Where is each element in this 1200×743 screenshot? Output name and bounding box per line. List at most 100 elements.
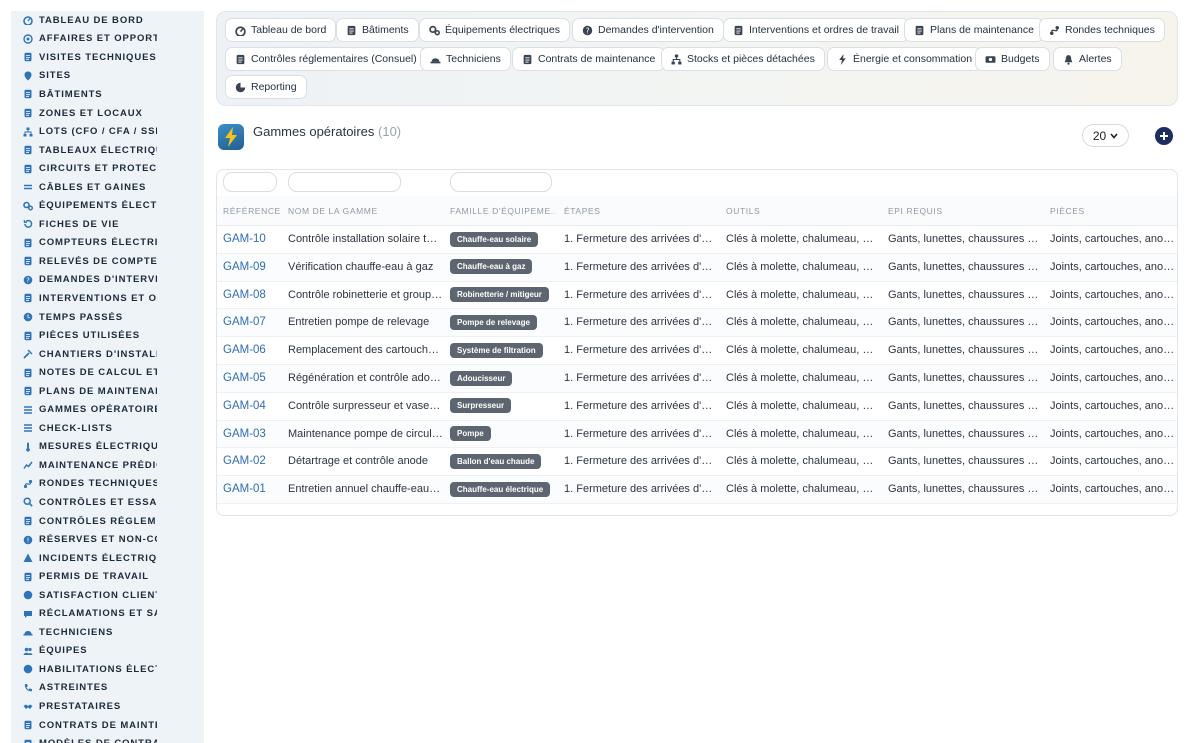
sidebar-item-lots-cfo-cfa-ssi[interactable]: LOTS (CFO / CFA / SSI...) <box>11 122 204 141</box>
cell-steps: 1. Fermeture des arrivées d'eau <box>564 483 714 496</box>
quick-link-techniciens[interactable]: Techniciens <box>420 47 511 71</box>
sidebar-item-tableaux-lectriques[interactable]: TABLEAUX ÉLECTRIQUES <box>11 141 204 160</box>
sidebar-item-permis-de-travail[interactable]: PERMIS DE TRAVAIL <box>11 567 204 586</box>
column-name-header[interactable]: NOM DE LA GAMME <box>288 196 443 226</box>
sidebar-item-fiches-de-vie[interactable]: FICHES DE VIE <box>11 215 204 234</box>
filter-family-input[interactable] <box>450 172 552 192</box>
table-row[interactable]: GAM-01 Entretien annuel chauffe-eau élect… <box>217 476 1177 504</box>
sidebar-item-visites-techniques-et-audits[interactable]: VISITES TECHNIQUES ET AUDITS <box>11 48 204 67</box>
calculator-icon <box>23 368 33 378</box>
sidebar-item-r-serves-et-non-conformit-s[interactable]: ! RÉSERVES ET NON-CONFORMITÉS <box>11 530 204 549</box>
table-row[interactable]: GAM-03 Maintenance pompe de circulation Po… <box>217 420 1177 449</box>
reference-link[interactable]: GAM-04 <box>223 393 283 421</box>
table-row[interactable]: GAM-10 Contrôle installation solaire ther… <box>217 226 1177 254</box>
filter-reference-input[interactable] <box>223 172 277 192</box>
sidebar-item-astreintes[interactable]: ASTREINTES <box>11 679 204 698</box>
reference-link[interactable]: GAM-03 <box>223 421 283 449</box>
sidebar-item-c-bles-et-gaines[interactable]: CÂBLES ET GAINES <box>11 178 204 197</box>
sidebar-item-plans-de-maintenance[interactable]: PLANS DE MAINTENANCE <box>11 382 204 401</box>
sidebar-item-satisfaction-client[interactable]: SATISFACTION CLIENT <box>11 586 204 605</box>
table-row[interactable]: GAM-09 Vérification chauffe-eau à gaz Chau… <box>217 253 1177 282</box>
sidebar-item-pi-ces-utilis-es[interactable]: PIÈCES UTILISÉES <box>11 326 204 345</box>
sidebar-item-circuits-et-protections[interactable]: CIRCUITS ET PROTECTIONS <box>11 159 204 178</box>
sidebar-item-contr-les-et-essais[interactable]: CONTRÔLES ET ESSAIS <box>11 493 204 512</box>
reference-link[interactable]: GAM-01 <box>223 476 283 504</box>
quick-link-budgets[interactable]: Budgets <box>975 47 1050 71</box>
sidebar-item-interventions-et-ordres-de-travail[interactable]: INTERVENTIONS ET ORDRES DE TRAVAIL <box>11 289 204 308</box>
sidebar-item-quipes[interactable]: ÉQUIPES <box>11 642 204 661</box>
sidebar-item-gammes-op-ratoires[interactable]: GAMMES OPÉRATOIRES <box>11 400 204 419</box>
add-button[interactable] <box>1155 127 1173 145</box>
clipboard-list-icon <box>235 54 246 65</box>
quick-link-batiments[interactable]: Bâtiments <box>336 18 419 42</box>
reference-link[interactable]: GAM-09 <box>223 254 283 282</box>
quick-link-plans-de-maintenance[interactable]: Plans de maintenance <box>904 18 1044 42</box>
quick-link-controles-reglementaires-consuel[interactable]: Contrôles réglementaires (Consuel) <box>225 47 427 71</box>
reference-link[interactable]: GAM-10 <box>223 226 283 254</box>
quick-link-reporting[interactable]: Reporting <box>225 75 307 99</box>
table-row[interactable]: GAM-05 Régénération et contrôle adoucisse… <box>217 364 1177 393</box>
family-badge: Chauffe-eau solaire <box>450 231 539 247</box>
sidebar-item-chantiers-d-installation[interactable]: CHANTIERS D'INSTALLATION <box>11 345 204 364</box>
column-reference-header[interactable]: RÉFÉRENCE <box>223 196 283 226</box>
family-badge: Robinetterie / mitigeur <box>450 287 549 303</box>
filter-name-input[interactable] <box>288 172 401 192</box>
quick-link-equipements-electriques[interactable]: Équipements électriques <box>419 18 570 42</box>
column-family-header[interactable]: FAMILLE D'ÉQUIPEME... <box>450 196 555 226</box>
sidebar-item-label: GAMMES OPÉRATOIRES <box>39 404 157 416</box>
sidebar-item-notes-de-calcul-et-tudes[interactable]: NOTES DE CALCUL ET ÉTUDES <box>11 363 204 382</box>
quick-link-demandes-d-intervention[interactable]: ? Demandes d'intervention <box>572 18 724 42</box>
quick-link-alertes[interactable]: Alertes <box>1053 47 1122 71</box>
table-row[interactable]: GAM-07 Entretien pompe de relevage Pompe d… <box>217 309 1177 338</box>
sidebar-item-contrats-de-maintenance[interactable]: CONTRATS DE MAINTENANCE <box>11 716 204 735</box>
sidebar-item-maintenance-pr-dictive[interactable]: MAINTENANCE PRÉDICTIVE <box>11 456 204 475</box>
sidebar-item-check-lists[interactable]: CHECK-LISTS <box>11 419 204 438</box>
sidebar-item-r-clamations-et-sav[interactable]: RÉCLAMATIONS ET SAV <box>11 605 204 624</box>
cable-icon <box>23 182 33 192</box>
sidebar-item-label: ÉQUIPES <box>39 645 88 657</box>
cell-epi: Gants, lunettes, chaussures de sécurité <box>888 399 1040 412</box>
sidebar-item-affaires-et-opportunit-s[interactable]: AFFAIRES ET OPPORTUNITÉS <box>11 30 204 49</box>
sidebar-item-temps-pass-s[interactable]: TEMPS PASSÉS <box>11 308 204 327</box>
column-epi-header[interactable]: EPI REQUIS <box>888 196 1040 226</box>
sidebar-item-mod-les-de-contrats[interactable]: MODÈLES DE CONTRATS <box>11 734 204 743</box>
sidebar-item-compteurs-lectriques[interactable]: COMPTEURS ÉLECTRIQUES <box>11 234 204 253</box>
table-row[interactable]: GAM-08 Contrôle robinetterie et groupe de… <box>217 282 1177 310</box>
cell-epi: Gants, lunettes, chaussures de sécurité <box>888 455 1040 468</box>
sidebar-item-incidents-lectriques[interactable]: INCIDENTS ÉLECTRIQUES <box>11 549 204 568</box>
sidebar-item-tableau-de-bord[interactable]: TABLEAU DE BORD <box>11 11 204 30</box>
table-row[interactable]: GAM-02 Détartrage et contrôle anode Ballon… <box>217 448 1177 477</box>
cell-epi: Gants, lunettes, chaussures de sécurité <box>888 316 1040 329</box>
table-row[interactable]: GAM-06 Remplacement des cartouches filtra… <box>217 337 1177 365</box>
sidebar-item-relev-s-de-compteurs[interactable]: RELEVÉS DE COMPTEURS <box>11 252 204 271</box>
column-steps-header[interactable]: ÉTAPES <box>564 196 714 226</box>
quick-link-energie-et-consommation[interactable]: Énergie et consommation <box>827 47 983 71</box>
sidebar-item-zones-et-locaux[interactable]: ZONES ET LOCAUX <box>11 104 204 123</box>
page-size-select[interactable]: 20 <box>1082 124 1129 147</box>
sidebar-item-sites[interactable]: SITES <box>11 67 204 86</box>
reference-link[interactable]: GAM-02 <box>223 448 283 476</box>
sidebar-item-quipements-lectriques[interactable]: ÉQUIPEMENTS ÉLECTRIQUES <box>11 196 204 215</box>
reference-link[interactable]: GAM-08 <box>223 282 283 310</box>
column-parts-header[interactable]: PIÈCES <box>1050 196 1177 226</box>
sidebar-item-prestataires[interactable]: PRESTATAIRES <box>11 697 204 716</box>
quick-link-stocks-et-pieces-detachees[interactable]: Stocks et pièces détachées <box>661 47 825 71</box>
quick-link-rondes-techniques[interactable]: Rondes techniques <box>1039 18 1165 42</box>
sidebar-item-mesures-lectriques[interactable]: MESURES ÉLECTRIQUES <box>11 438 204 457</box>
quick-link-interventions-et-ordres-de-travail[interactable]: Interventions et ordres de travail <box>723 18 909 42</box>
quick-link-tableau-de-bord[interactable]: Tableau de bord <box>225 18 337 42</box>
file-contract-icon <box>23 720 33 730</box>
sidebar-item-demandes-d-intervention[interactable]: ? DEMANDES D'INTERVENTION <box>11 271 204 290</box>
reference-link[interactable]: GAM-05 <box>223 365 283 393</box>
column-tools-header[interactable]: OUTILS <box>726 196 878 226</box>
sidebar-item-techniciens[interactable]: TECHNICIENS <box>11 623 204 642</box>
table-row[interactable]: GAM-04 Contrôle surpresseur et vase d'exp… <box>217 393 1177 421</box>
sidebar-item-b-timents[interactable]: BÂTIMENTS <box>11 85 204 104</box>
reference-link[interactable]: GAM-06 <box>223 337 283 365</box>
sidebar-item-rondes-techniques[interactable]: RONDES TECHNIQUES <box>11 475 204 494</box>
quick-links-panel: Tableau de bord Bâtiments Équipements élec… <box>216 11 1178 106</box>
reference-link[interactable]: GAM-07 <box>223 309 283 337</box>
quick-link-contrats-de-maintenance[interactable]: Contrats de maintenance <box>512 47 666 71</box>
sidebar-item-contr-les-r-glementaires[interactable]: CONTRÔLES RÉGLEMENTAIRES <box>11 512 204 531</box>
sidebar-item-habilitations-lectriques[interactable]: HABILITATIONS ÉLECTRIQUES <box>11 660 204 679</box>
